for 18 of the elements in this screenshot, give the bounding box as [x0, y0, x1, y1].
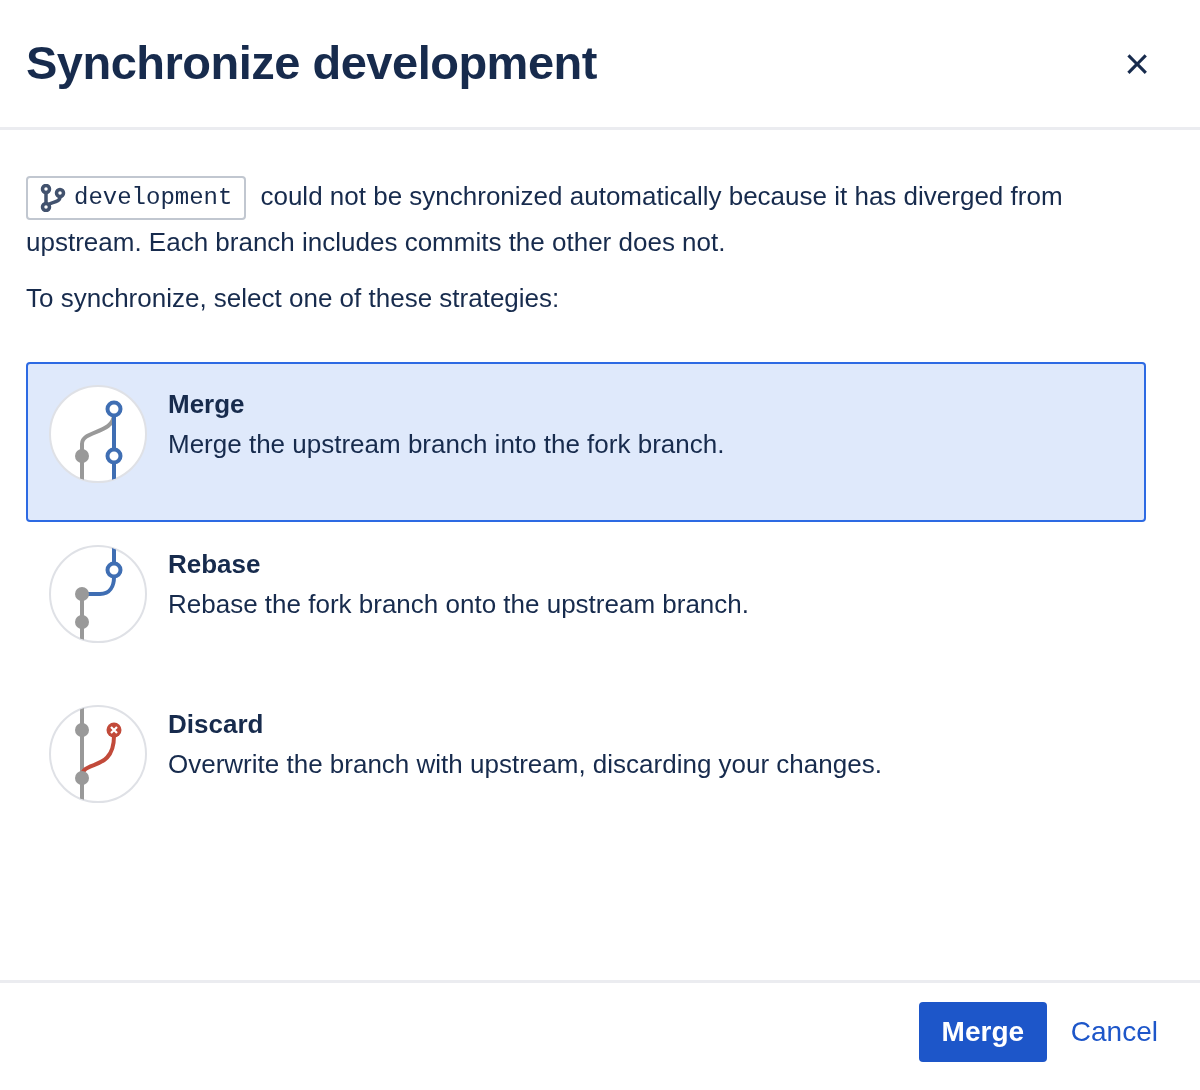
- option-description: Rebase the fork branch onto the upstream branch.: [168, 588, 749, 622]
- option-title: Discard: [168, 708, 265, 742]
- option-description: Merge the upstream branch into the fork branch.: [168, 428, 725, 462]
- branch-graph-icon: [48, 544, 148, 645]
- strategy-option[interactable]: Merge Merge the upstream branch into the fork branch.: [26, 362, 1146, 523]
- branch-discard-icon: [48, 704, 148, 805]
- option-description: Overwrite the branch with upstream, discarding your changes.: [168, 748, 882, 782]
- branch-graph-icon: [48, 384, 148, 485]
- merge-button[interactable]: Merge: [918, 1001, 1047, 1062]
- branch-icon: [40, 184, 66, 213]
- option-title: Rebase: [168, 548, 262, 582]
- message-text: development could not be synchronized automatically because it has diverged from upstream. Each branch includes commits the other does not.: [26, 174, 1136, 266]
- branch-tag: development: [26, 176, 247, 221]
- cancel-button[interactable]: Cancel: [1068, 1001, 1160, 1062]
- option-title: Merge: [168, 388, 246, 422]
- close-button[interactable]: ×: [1124, 41, 1150, 86]
- prompt-text: To synchronize, select one of these strategies:: [26, 282, 561, 316]
- dialog-title: Synchronize development: [26, 35, 597, 92]
